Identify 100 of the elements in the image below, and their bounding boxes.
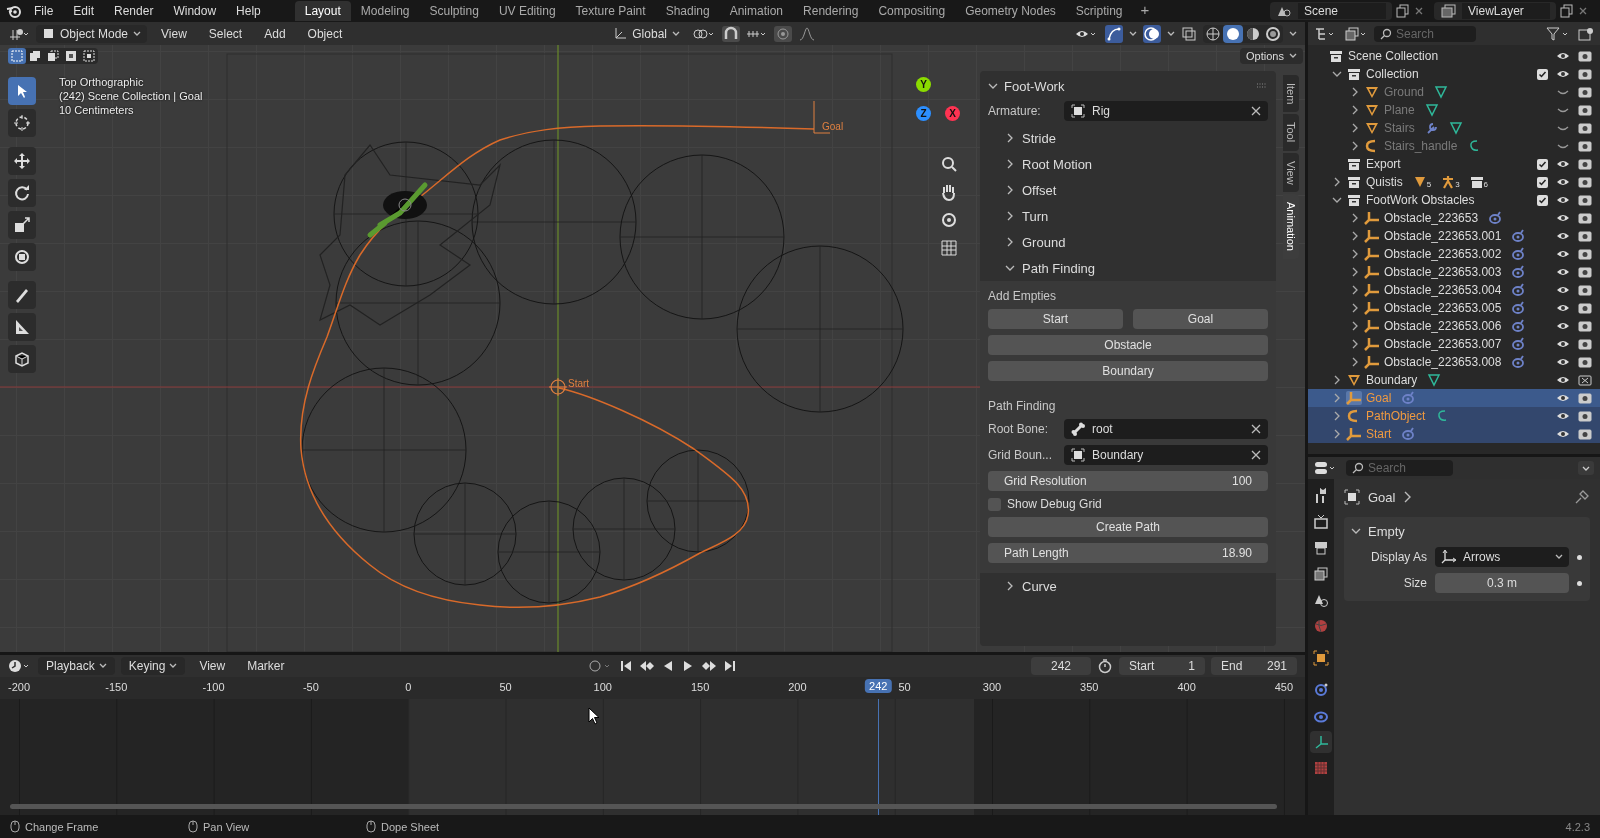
magnet-icon[interactable] xyxy=(721,25,740,42)
exclude-checkbox[interactable] xyxy=(1537,158,1548,170)
measure-tool-button[interactable] xyxy=(8,313,36,341)
sidebar-tab[interactable]: Item xyxy=(1283,75,1299,113)
eye-icon[interactable] xyxy=(1556,212,1570,224)
eye-icon[interactable] xyxy=(1556,248,1570,260)
rotate-tool-button[interactable] xyxy=(8,179,36,207)
caret-icon[interactable] xyxy=(1578,461,1594,475)
menu-item[interactable]: View xyxy=(153,24,195,43)
gizmo-toggle-icon[interactable] xyxy=(1105,24,1123,43)
workspace-tab[interactable]: Layout xyxy=(294,1,351,21)
previous-keyframe-icon[interactable] xyxy=(638,659,655,673)
eye-icon[interactable] xyxy=(1556,302,1570,314)
menu-item[interactable]: Help xyxy=(228,2,269,20)
menu-item[interactable]: Keying xyxy=(120,657,186,675)
object-tab[interactable] xyxy=(1310,647,1332,669)
grid-bounds-field[interactable]: Boundary xyxy=(1064,445,1268,465)
drag-handle-icon[interactable] xyxy=(1256,83,1268,89)
select-intersect-button[interactable] xyxy=(80,48,98,64)
add-workspace-button[interactable]: + xyxy=(1132,1,1158,21)
panel-header[interactable]: Empty xyxy=(1352,521,1582,541)
workspace-tab[interactable]: Modeling xyxy=(350,1,420,21)
workspace-tab[interactable]: Geometry Nodes xyxy=(955,1,1066,21)
path-length-field[interactable]: Path Length 18.90 xyxy=(988,543,1268,563)
keyframe-dot-icon[interactable] xyxy=(1577,580,1582,586)
outliner-row[interactable]: PathObject xyxy=(1308,407,1600,425)
outliner-row[interactable]: Export xyxy=(1308,155,1600,173)
outliner-row[interactable]: FootWork Obstacles xyxy=(1308,191,1600,209)
current-frame-marker[interactable]: 242 xyxy=(865,679,892,693)
scale-tool-button[interactable] xyxy=(8,211,36,239)
display-as-dropdown[interactable]: Arrows xyxy=(1435,547,1569,567)
scene-selector[interactable]: Scene xyxy=(1270,2,1392,20)
image-stack-icon[interactable] xyxy=(1344,26,1368,41)
eye-icon[interactable] xyxy=(1556,158,1570,170)
exclude-checkbox[interactable] xyxy=(1537,194,1548,206)
goal-button[interactable]: Goal xyxy=(1133,309,1268,329)
close-icon[interactable] xyxy=(1578,6,1588,16)
menu-item[interactable]: Playback xyxy=(38,657,115,675)
menu-item[interactable]: Select xyxy=(200,24,251,43)
transform-tool-button[interactable] xyxy=(8,243,36,271)
caret-icon[interactable] xyxy=(1289,30,1297,37)
outliner-row[interactable]: Boundary xyxy=(1308,371,1600,389)
root-bone-field[interactable]: root xyxy=(1064,419,1268,439)
workspace-tab[interactable]: Animation xyxy=(719,1,794,21)
eye-icon[interactable] xyxy=(1556,284,1570,296)
end-frame-field[interactable]: End 291 xyxy=(1211,657,1297,675)
subpanel-header[interactable]: Offset xyxy=(988,177,1268,203)
eye-icon[interactable] xyxy=(1556,194,1570,206)
search-input[interactable]: Search xyxy=(1396,26,1466,41)
outliner-row[interactable]: Stairs xyxy=(1308,119,1600,137)
eye-icon[interactable] xyxy=(1556,356,1570,368)
outliner-row[interactable]: Obstacle_223653.001 xyxy=(1308,227,1600,245)
current-frame-field[interactable]: 242 xyxy=(1031,657,1091,675)
workspace-tab[interactable]: Shading xyxy=(655,1,720,21)
size-field[interactable]: 0.3 m xyxy=(1435,573,1569,593)
search-field[interactable]: Search xyxy=(1346,460,1453,476)
menu-item[interactable]: Edit xyxy=(65,2,103,20)
select-tool-button[interactable] xyxy=(8,77,36,105)
armature-field[interactable]: Rig xyxy=(1064,101,1268,121)
outliner-row[interactable]: Obstacle_223653.004 xyxy=(1308,281,1600,299)
options-dropdown[interactable]: Options xyxy=(1240,48,1303,64)
subpanel-header[interactable]: Path Finding xyxy=(988,255,1268,281)
sidebar-tab[interactable]: View xyxy=(1283,152,1299,193)
stopwatch-icon[interactable] xyxy=(1097,658,1113,674)
eye-icon[interactable] xyxy=(1556,320,1570,332)
outliner-row[interactable]: Obstacle_223653.008 xyxy=(1308,353,1600,371)
search-field[interactable]: Search xyxy=(1374,25,1476,42)
scrollbar[interactable] xyxy=(10,804,1277,809)
overlay-toggle-icon[interactable] xyxy=(1143,24,1161,43)
create-path-button[interactable]: Create Path xyxy=(988,517,1268,537)
outliner-row[interactable]: Obstacle_223653.006 xyxy=(1308,317,1600,335)
menu-item[interactable]: Add xyxy=(256,24,294,43)
eye-icon[interactable] xyxy=(1556,230,1570,242)
orientation-dropdown[interactable]: Global xyxy=(607,24,686,43)
eye-icon[interactable] xyxy=(1556,374,1570,386)
menu-item[interactable]: Render xyxy=(106,2,162,20)
eye-icon[interactable] xyxy=(1556,176,1570,188)
subpanel-header[interactable]: Curve xyxy=(988,573,1268,599)
subpanel-header[interactable]: Turn xyxy=(988,203,1268,229)
show-debug-grid-checkbox[interactable]: Show Debug Grid xyxy=(988,497,1268,511)
axis-label[interactable]: Y xyxy=(916,77,931,92)
menu-item[interactable]: View xyxy=(191,657,234,675)
outliner-row[interactable]: Collection xyxy=(1308,65,1600,83)
eye-icon[interactable] xyxy=(1556,410,1570,422)
jump-start-icon[interactable] xyxy=(618,659,633,673)
keyframe-dot-icon[interactable] xyxy=(1577,554,1582,560)
outliner-row[interactable]: Quistis 5 3 6 xyxy=(1308,173,1600,191)
blender-logo-icon[interactable] xyxy=(6,4,22,18)
eye-icon[interactable] xyxy=(1556,68,1570,80)
add-cube-tool-button[interactable] xyxy=(8,345,36,373)
pivot-icon[interactable] xyxy=(691,26,716,41)
next-keyframe-icon[interactable] xyxy=(700,659,717,673)
new-collection-icon[interactable] xyxy=(1578,26,1594,41)
eye-icon[interactable] xyxy=(1556,428,1570,440)
grid-resolution-field[interactable]: Grid Resolution 100 xyxy=(988,471,1268,491)
workspace-tab[interactable]: UV Editing xyxy=(488,1,566,21)
start-button[interactable]: Start xyxy=(988,309,1123,329)
subpanel-header[interactable]: Ground xyxy=(988,229,1268,255)
solid-shading-button[interactable] xyxy=(1223,24,1243,43)
axis-label[interactable]: X xyxy=(945,106,960,121)
